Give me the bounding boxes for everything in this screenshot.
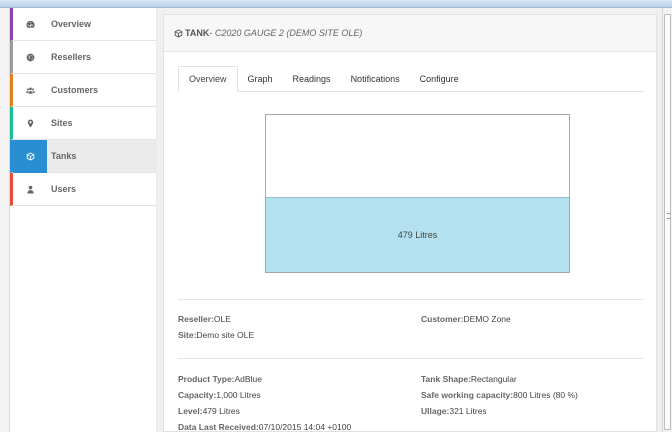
tab-overview[interactable]: Overview [178,66,238,92]
customer-value: DEMO Zone [463,314,511,324]
capacity-key: Capacity: [178,390,217,400]
level-field: Level:479 Litres [178,406,240,416]
ullage-field: Ullage:321 Litres [421,406,487,416]
level-key: Level: [178,406,203,416]
tank-level-fill: 479 Litres [266,196,569,272]
users-icon [13,74,47,107]
customer-field: Customer:DEMO Zone [421,314,511,324]
dashboard-icon [13,8,47,41]
product-type-field: Product Type:AdBlue [178,374,262,384]
sidebar-item-label: Sites [51,118,73,128]
ullage-key: Ullage: [421,406,450,416]
tank-level-gauge: 479 Litres [265,114,570,273]
sidebar-item-label: Tanks [51,151,77,161]
tab-notifications[interactable]: Notifications [341,66,410,92]
cube-icon [13,139,47,173]
scrollbar-thumb[interactable] [664,14,671,430]
sidebar-item-label: Overview [51,19,92,29]
globe-icon [13,41,47,74]
reseller-key: Reseller: [178,314,214,324]
sidebar-item-label: Resellers [51,52,92,62]
tank-shape-key: Tank Shape: [421,374,471,384]
tab-graph[interactable]: Graph [238,66,283,92]
tank-level-label: 479 Litres [397,229,438,240]
sidebar-item-overview[interactable]: Overview [10,8,156,41]
scrollbar-grip-icon [667,213,670,219]
site-field: Site:Demo site OLE [178,330,254,340]
reseller-value: OLE [213,314,231,324]
ullage-value: 321 Litres [449,406,487,416]
sidebar-item-sites[interactable]: Sites [10,107,156,140]
last-received-field: Data Last Received:07/10/2015 14:04 +010… [178,422,351,432]
customer-key: Customer: [421,314,464,324]
page-subtitle: - C2020 GAUGE 2 (DEMO SITE OLE) [209,28,363,38]
tank-shape-value: Rectangular [470,374,517,384]
safe-capacity-key: Safe working capacity: [421,390,514,400]
sidebar-item-label: Users [51,184,77,194]
sidebar-item-label: Customers [51,85,99,95]
map-marker-icon [13,107,47,140]
page-title: TANK [185,28,210,38]
window-top-bar [0,0,672,8]
tab-bar: Overview Graph Readings Notifications Co… [178,66,644,92]
cube-icon [174,28,185,38]
level-value: 479 Litres [202,406,240,416]
divider [178,358,644,359]
main-content: TANK - C2020 GAUGE 2 (DEMO SITE OLE) Ove… [157,8,662,432]
panel-header: TANK - C2020 GAUGE 2 (DEMO SITE OLE) [164,15,656,52]
sidebar-item-tanks[interactable]: Tanks [10,139,156,173]
capacity-field: Capacity:1,000 Litres [178,390,261,400]
product-type-key: Product Type: [178,374,235,384]
tab-readings[interactable]: Readings [283,66,341,92]
site-value: Demo site OLE [196,330,255,340]
last-received-key: Data Last Received: [178,422,259,432]
tank-shape-field: Tank Shape:Rectangular [421,374,517,384]
tab-configure[interactable]: Configure [410,66,469,92]
safe-capacity-field: Safe working capacity:800 Litres (80 %) [421,390,578,400]
user-icon [13,173,47,206]
tank-panel: TANK - C2020 GAUGE 2 (DEMO SITE OLE) Ove… [163,14,657,432]
divider [178,299,644,300]
sidebar-item-users[interactable]: Users [10,173,156,206]
capacity-value: 1,000 Litres [216,390,261,400]
sidebar-item-resellers[interactable]: Resellers [10,41,156,74]
sidebar: Overview Resellers Customers Sites Tanks… [10,8,156,432]
left-edge [0,8,10,432]
site-key: Site: [178,330,197,340]
sidebar-item-customers[interactable]: Customers [10,74,156,107]
reseller-field: Reseller:OLE [178,314,231,324]
safe-capacity-value: 800 Litres (80 %) [513,390,578,400]
last-received-value: 07/10/2015 14:04 +0100 [258,422,352,432]
vertical-scrollbar[interactable] [662,8,672,432]
product-type-value: AdBlue [234,374,262,384]
